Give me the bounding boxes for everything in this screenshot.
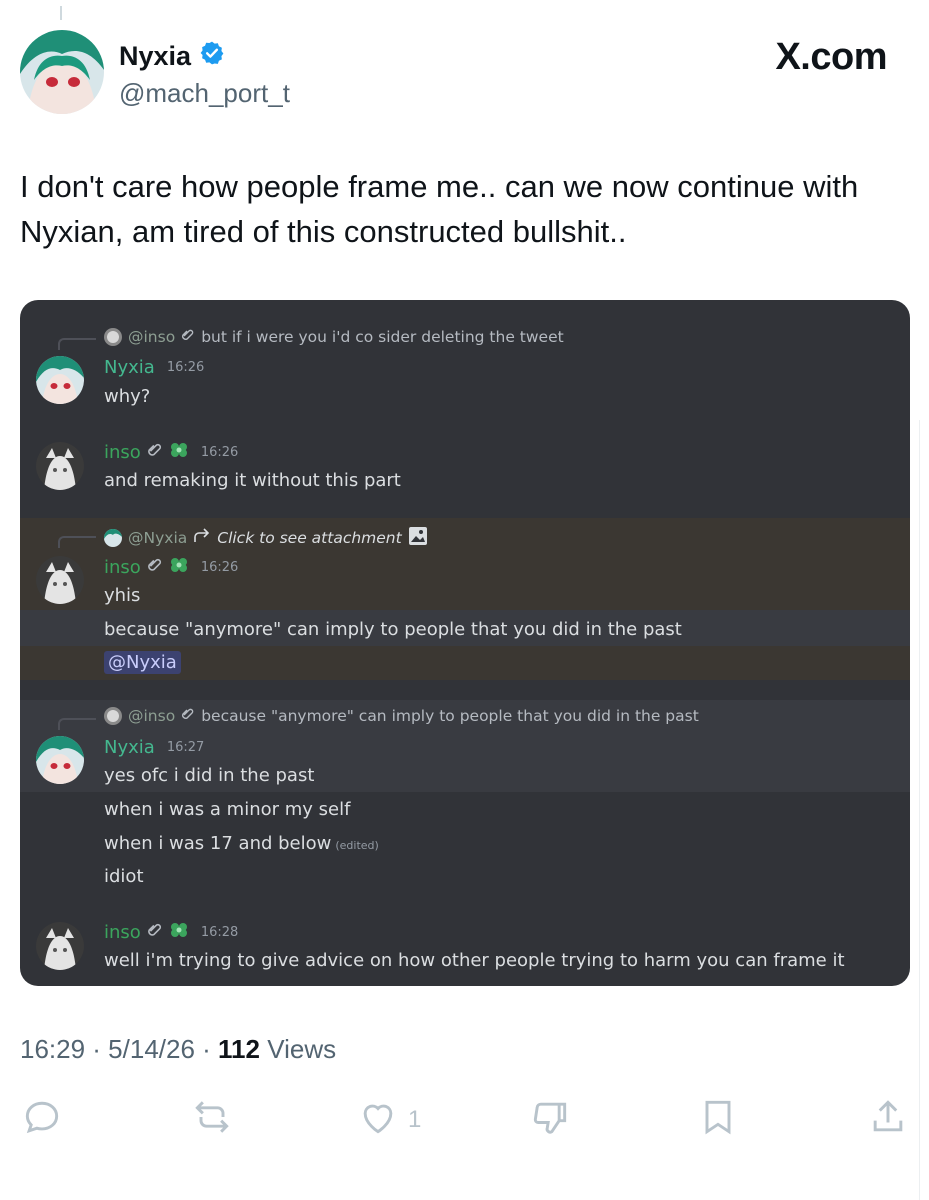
- message-author[interactable]: Nyxia 16:26: [104, 357, 204, 378]
- message-text: when i was 17 and below (edited): [104, 833, 379, 854]
- server-badge-icon: [169, 441, 189, 464]
- mini-avatar: [104, 529, 122, 547]
- views-count: 112: [218, 1034, 260, 1064]
- scroll-edge: [919, 420, 929, 1200]
- server-badge-icon: [169, 921, 189, 944]
- mini-avatar: [104, 328, 122, 346]
- dislike-icon: [528, 1095, 572, 1146]
- reply-icon: [20, 1095, 64, 1146]
- like-button[interactable]: 1: [356, 1095, 421, 1145]
- mini-avatar: [104, 707, 122, 725]
- display-name[interactable]: Nyxia: [119, 40, 225, 73]
- reply-preview[interactable]: @inso but if i were you i'd co sider del…: [104, 328, 564, 346]
- bookmark-icon: [696, 1095, 740, 1146]
- reply-spine: [58, 536, 96, 548]
- paperclip-icon: [147, 442, 163, 463]
- message-text: and remaking it without this part: [104, 470, 401, 491]
- user-mention[interactable]: @Nyxia: [104, 651, 181, 674]
- paperclip-icon: [181, 707, 195, 725]
- repost-button[interactable]: [190, 1095, 234, 1145]
- message-text: idiot: [104, 866, 144, 887]
- avatar[interactable]: [36, 922, 84, 970]
- share-button[interactable]: [866, 1095, 910, 1145]
- message-text: @Nyxia: [104, 651, 181, 674]
- avatar[interactable]: [36, 442, 84, 490]
- share-icon: [866, 1095, 910, 1146]
- reply-preview[interactable]: @inso because "anymore" can imply to peo…: [104, 707, 699, 725]
- action-bar: 1: [20, 1095, 910, 1145]
- reply-spine: [58, 338, 96, 350]
- paperclip-icon: [147, 557, 163, 578]
- tweet-text: I don't care how people frame me.. can w…: [20, 169, 859, 249]
- reply-spine: [58, 718, 96, 730]
- avatar[interactable]: [36, 736, 84, 784]
- message-text: why?: [104, 386, 151, 407]
- verified-badge-icon: [199, 40, 225, 73]
- avatar[interactable]: [36, 556, 84, 604]
- reply-button[interactable]: [20, 1095, 64, 1145]
- message-text: well i'm trying to give advice on how ot…: [104, 950, 845, 971]
- message-author[interactable]: inso 16:28: [104, 921, 238, 944]
- repost-icon: [190, 1095, 234, 1146]
- message-text: yhis: [104, 585, 141, 606]
- message-author[interactable]: inso 16:26: [104, 441, 238, 464]
- tweet-meta: 16:29 · 5/14/26 · 112 Views: [20, 1034, 337, 1064]
- message-author[interactable]: Nyxia 16:27: [104, 737, 204, 758]
- image-icon: [408, 526, 428, 550]
- server-badge-icon: [169, 556, 189, 579]
- bookmark-button[interactable]: [696, 1095, 740, 1145]
- avatar[interactable]: [20, 30, 104, 114]
- like-icon: [356, 1095, 400, 1146]
- dislike-button[interactable]: [528, 1095, 572, 1145]
- like-count: 1: [408, 1106, 422, 1133]
- reply-arrow-icon: [193, 528, 211, 548]
- thread-line: [60, 6, 62, 20]
- paperclip-icon: [147, 922, 163, 943]
- avatar[interactable]: [36, 356, 84, 404]
- message-author[interactable]: inso 16:26: [104, 556, 238, 579]
- message-text: yes ofc i did in the past: [104, 765, 315, 786]
- edited-label: (edited): [335, 839, 379, 852]
- reply-preview[interactable]: @Nyxia Click to see attachment: [104, 526, 428, 550]
- handle[interactable]: @mach_port_t: [119, 78, 290, 109]
- message-text: because "anymore" can imply to people th…: [104, 619, 682, 640]
- paperclip-icon: [181, 328, 195, 346]
- discord-screenshot: @inso but if i were you i'd co sider del…: [20, 300, 910, 986]
- brand-logo: X.com: [775, 36, 887, 78]
- message-text: when i was a minor my self: [104, 799, 351, 820]
